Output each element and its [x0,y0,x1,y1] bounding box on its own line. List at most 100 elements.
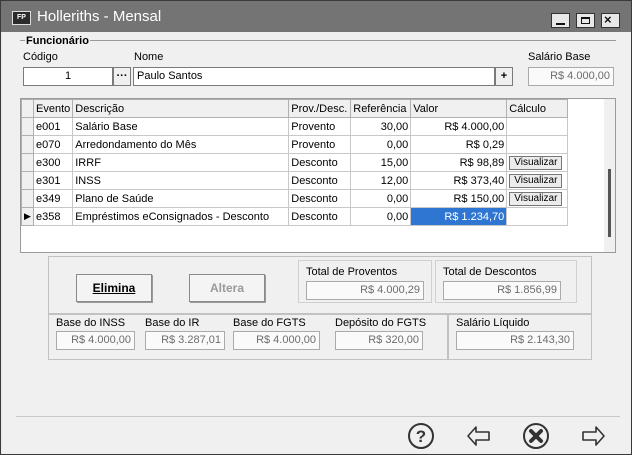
cell-evento: e349 [32,189,74,208]
cell-evento: e300 [32,153,74,172]
salario-liquido-field: R$ 2.143,30 [456,331,574,350]
visualizar-button[interactable]: Visualizar [509,155,563,170]
column-header-referencia[interactable]: Referência [350,99,412,118]
bottom-toolbar: ? [16,416,620,452]
grid-header-row: Evento Descrição Prov./Desc. Referência … [21,99,569,118]
column-header-calculo[interactable]: Cálculo [506,99,569,118]
cell-valor-selected[interactable]: R$ 1.234,70 [410,207,508,226]
row-indicator [21,117,34,136]
scrollbar-thumb[interactable] [608,169,611,237]
cell-evento: e070 [32,135,74,154]
maximize-button[interactable] [576,13,595,28]
elimina-button[interactable]: Elimina [76,274,152,302]
grid-vertical-scrollbar[interactable] [604,99,615,252]
cell-valor: R$ 98,89 [410,153,508,172]
cell-valor: R$ 4.000,00 [410,117,508,136]
salario-liquido-label: Salário Líquido [456,317,530,329]
column-header-evento[interactable]: Evento [32,99,74,118]
row-indicator [21,171,34,190]
cell-calculo: Visualizar [506,171,569,190]
current-row-arrow-icon: ▶ [21,207,34,226]
column-header-descricao[interactable]: Descrição [72,99,290,118]
salario-base-field: R$ 4.000,00 [528,67,614,86]
cell-valor: R$ 373,40 [410,171,508,190]
cell-calculo [506,135,569,154]
total-descontos-field: R$ 1.856,99 [443,281,561,300]
altera-button[interactable]: Altera [189,274,265,302]
cell-tipo: Provento [288,135,352,154]
table-row[interactable]: e070 Arredondamento do Mês Provento 0,00… [21,135,569,154]
cell-referencia: 0,00 [350,207,412,226]
cell-tipo: Desconto [288,153,352,172]
eventos-table: Evento Descrição Prov./Desc. Referência … [21,99,569,226]
visualizar-button[interactable]: Visualizar [509,191,563,206]
cell-evento: e301 [32,171,74,190]
nome-field[interactable]: Paulo Santos [133,67,495,86]
codigo-field[interactable]: 1 [23,67,113,86]
cancel-icon[interactable] [522,422,550,450]
base-inss-field: R$ 4.000,00 [56,331,135,350]
close-button[interactable]: × [601,12,620,28]
column-header-valor[interactable]: Valor [410,99,508,118]
table-row[interactable]: e349 Plano de Saúde Desconto 0,00 R$ 150… [21,189,569,208]
row-indicator [21,153,34,172]
help-icon[interactable]: ? [407,422,435,450]
codigo-lookup-button[interactable]: ··· [113,67,131,86]
total-proventos-field: R$ 4.000,29 [306,281,424,300]
base-fgts-field: R$ 4.000,00 [233,331,320,350]
row-indicator [21,189,34,208]
svg-text:?: ? [416,427,426,446]
maximize-icon [581,17,590,24]
cell-tipo: Provento [288,117,352,136]
base-ir-field: R$ 3.287,01 [145,331,225,350]
visualizar-button[interactable]: Visualizar [509,173,563,188]
total-descontos-label: Total de Descontos [443,266,537,278]
table-row[interactable]: e301 INSS Desconto 12,00 R$ 373,40 Visua… [21,171,569,190]
cell-calculo [506,117,569,136]
app-icon: FP [12,11,31,25]
cell-referencia: 0,00 [350,135,412,154]
cell-referencia: 0,00 [350,189,412,208]
cell-tipo: Desconto [288,207,352,226]
nome-add-button[interactable]: + [495,67,513,86]
back-arrow-icon[interactable] [465,422,493,450]
cell-valor: R$ 0,29 [410,135,508,154]
cell-descricao: INSS [72,171,290,190]
table-row-current[interactable]: ▶ e358 Empréstimos eConsignados - Descon… [21,207,569,226]
forward-arrow-icon[interactable] [579,422,607,450]
cell-tipo: Desconto [288,171,352,190]
base-inss-label: Base do INSS [56,317,126,329]
header-indicator [21,99,34,118]
cell-descricao: Arredondamento do Mês [72,135,290,154]
title-bar[interactable]: FP Holleriths - Mensal × [1,1,631,32]
total-proventos-label: Total de Proventos [306,266,398,278]
holleriths-window: FP Holleriths - Mensal × Funcionário Cód… [0,0,632,455]
salario-base-label: Salário Base [528,51,591,63]
minimize-icon [556,23,565,25]
table-row[interactable]: e300 IRRF Desconto 15,00 R$ 98,89 Visual… [21,153,569,172]
cell-descricao: Salário Base [72,117,290,136]
window-title: Holleriths - Mensal [37,8,162,25]
minimize-button[interactable] [551,13,570,28]
cell-descricao: IRRF [72,153,290,172]
base-ir-label: Base do IR [145,317,200,329]
cell-evento: e358 [32,207,74,226]
row-indicator [21,135,34,154]
cell-evento: e001 [32,117,74,136]
deposito-fgts-label: Depósito do FGTS [335,317,427,329]
cell-calculo: Visualizar [506,153,569,172]
cell-calculo [506,207,569,226]
cell-descricao: Plano de Saúde [72,189,290,208]
table-row[interactable]: e001 Salário Base Provento 30,00 R$ 4.00… [21,117,569,136]
cell-referencia: 30,00 [350,117,412,136]
deposito-fgts-field: R$ 320,00 [335,331,423,350]
cell-referencia: 12,00 [350,171,412,190]
cell-valor: R$ 150,00 [410,189,508,208]
column-header-prov-desc[interactable]: Prov./Desc. [288,99,352,118]
eventos-grid[interactable]: Evento Descrição Prov./Desc. Referência … [20,98,616,253]
cell-tipo: Desconto [288,189,352,208]
cell-calculo: Visualizar [506,189,569,208]
close-icon: × [604,12,612,27]
cell-descricao: Empréstimos eConsignados - Desconto [72,207,290,226]
codigo-label: Código [23,51,58,63]
